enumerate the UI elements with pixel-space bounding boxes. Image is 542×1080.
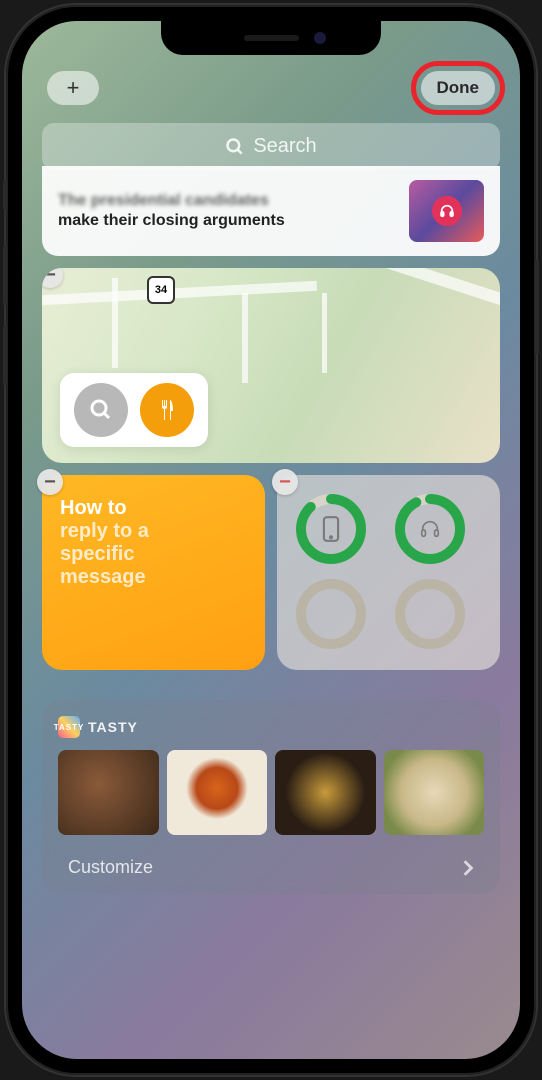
search-placeholder: Search: [253, 135, 316, 158]
notes-line: How to: [60, 497, 247, 520]
done-button[interactable]: Done: [421, 71, 496, 105]
remove-maps-widget-button[interactable]: −: [42, 268, 63, 288]
tasty-header: TASTY TASTY: [58, 716, 484, 738]
mute-switch: [3, 180, 7, 210]
fork-knife-icon: [155, 398, 179, 422]
screen: + Done Search The president: [22, 21, 520, 1059]
notes-line: reply to a: [60, 520, 247, 543]
map-road: [112, 278, 118, 368]
map-quick-actions: [60, 373, 208, 447]
map-road: [42, 281, 317, 305]
top-bar: + Done: [42, 71, 500, 105]
battery-headphones: [394, 493, 466, 565]
news-headline-line2: make their closing arguments: [58, 211, 397, 231]
map-road: [322, 293, 327, 373]
recipe-thumbnail[interactable]: [58, 750, 159, 835]
news-widget[interactable]: The presidential candidates make their c…: [42, 166, 500, 256]
map-search-button[interactable]: [74, 383, 128, 437]
done-label: Done: [437, 78, 480, 97]
phone-frame: + Done Search The president: [6, 5, 536, 1075]
front-camera: [314, 32, 326, 44]
news-thumbnail: [409, 180, 484, 242]
add-widget-button[interactable]: +: [47, 71, 99, 105]
search-icon: [225, 137, 245, 157]
battery-empty-slot: [295, 578, 367, 650]
notes-widget[interactable]: − How to reply to a specific message: [42, 475, 265, 670]
maps-widget[interactable]: − 34: [42, 268, 500, 463]
search-field[interactable]: Search: [42, 123, 500, 170]
tasty-title: TASTY: [88, 719, 138, 735]
route-shield: 34: [147, 276, 175, 304]
headphones-icon: [432, 196, 462, 226]
recipe-thumbnail[interactable]: [167, 750, 268, 835]
search-icon: [89, 398, 113, 422]
notes-line: message: [60, 566, 247, 589]
recipe-thumbnail[interactable]: [275, 750, 376, 835]
battery-empty-slot: [394, 578, 466, 650]
route-number: 34: [155, 284, 167, 296]
recipe-thumbnail[interactable]: [384, 750, 485, 835]
notch: [161, 21, 381, 55]
customize-label: Customize: [68, 857, 153, 878]
plus-icon: +: [67, 75, 80, 101]
map-road: [300, 268, 500, 339]
battery-phone: [295, 493, 367, 565]
minus-icon: −: [44, 268, 56, 287]
map-road: [242, 293, 248, 383]
notes-line: specific: [60, 543, 247, 566]
remove-notes-widget-button[interactable]: −: [37, 469, 63, 495]
tasty-recipe-list: [58, 750, 484, 835]
tasty-logo-icon: TASTY: [58, 716, 80, 738]
volume-down-button: [3, 325, 7, 385]
map-restaurants-button[interactable]: [140, 383, 194, 437]
minus-icon: −: [279, 471, 291, 494]
remove-batteries-widget-button[interactable]: −: [272, 469, 298, 495]
speaker: [244, 35, 299, 41]
news-headline-line1: The presidential candidates: [58, 191, 397, 211]
power-button: [535, 260, 539, 355]
tasty-widget[interactable]: TASTY TASTY Customize: [42, 700, 500, 894]
customize-button[interactable]: Customize: [58, 857, 484, 878]
batteries-widget[interactable]: −: [277, 475, 500, 670]
volume-up-button: [3, 245, 7, 305]
minus-icon: −: [44, 471, 56, 494]
chevron-right-icon: [462, 859, 474, 877]
